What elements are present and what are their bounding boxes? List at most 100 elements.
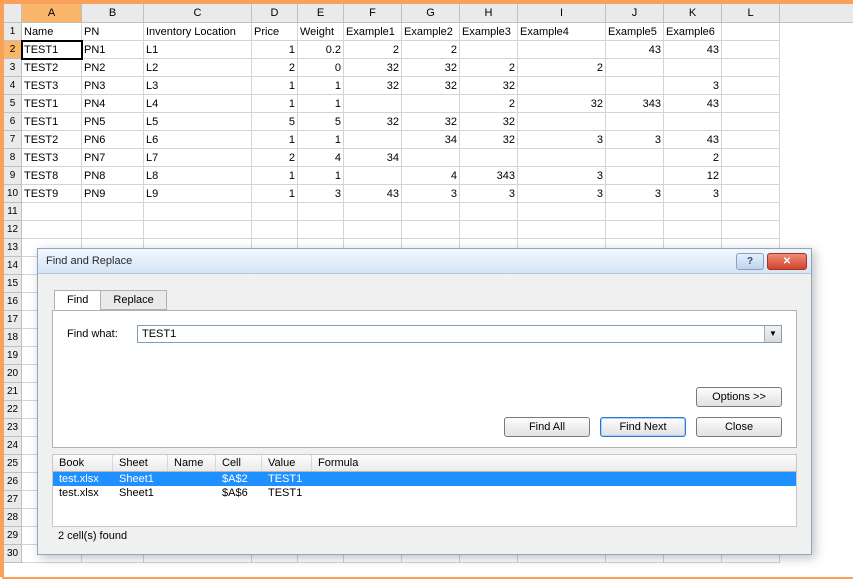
cell[interactable] bbox=[722, 221, 780, 239]
cell[interactable]: 32 bbox=[344, 113, 402, 131]
cell[interactable]: 32 bbox=[460, 113, 518, 131]
cell[interactable] bbox=[460, 221, 518, 239]
cell[interactable]: 343 bbox=[460, 167, 518, 185]
cell[interactable] bbox=[518, 203, 606, 221]
cell[interactable]: TEST2 bbox=[22, 59, 82, 77]
cell[interactable] bbox=[722, 95, 780, 113]
cell[interactable]: 2 bbox=[344, 41, 402, 59]
cell[interactable]: TEST3 bbox=[22, 149, 82, 167]
cell[interactable]: 3 bbox=[518, 185, 606, 203]
cell[interactable]: 2 bbox=[518, 59, 606, 77]
cell[interactable]: 1 bbox=[252, 95, 298, 113]
find-next-button[interactable]: Find Next bbox=[600, 417, 686, 437]
cell[interactable]: PN bbox=[82, 23, 144, 41]
cell[interactable]: 3 bbox=[664, 77, 722, 95]
column-header-K[interactable]: K bbox=[664, 4, 722, 22]
cell[interactable] bbox=[460, 203, 518, 221]
cell[interactable]: TEST1 bbox=[22, 41, 82, 59]
cell[interactable]: 2 bbox=[402, 41, 460, 59]
row-header[interactable]: 10 bbox=[4, 185, 22, 203]
cell[interactable]: 32 bbox=[518, 95, 606, 113]
row-header[interactable]: 17 bbox=[4, 311, 22, 329]
cell[interactable]: Example4 bbox=[518, 23, 606, 41]
row-header[interactable]: 21 bbox=[4, 383, 22, 401]
row-header[interactable]: 5 bbox=[4, 95, 22, 113]
cell[interactable]: 32 bbox=[460, 131, 518, 149]
row-header[interactable]: 3 bbox=[4, 59, 22, 77]
options-button[interactable]: Options >> bbox=[696, 387, 782, 407]
cell[interactable]: 43 bbox=[664, 41, 722, 59]
tab-find[interactable]: Find bbox=[54, 290, 101, 310]
column-header-C[interactable]: C bbox=[144, 4, 252, 22]
cell[interactable]: 34 bbox=[344, 149, 402, 167]
row-header[interactable]: 25 bbox=[4, 455, 22, 473]
cell[interactable]: L2 bbox=[144, 59, 252, 77]
cell[interactable] bbox=[722, 167, 780, 185]
cell[interactable]: 32 bbox=[402, 77, 460, 95]
row-header[interactable]: 15 bbox=[4, 275, 22, 293]
cell[interactable]: PN3 bbox=[82, 77, 144, 95]
cell[interactable]: Inventory Location bbox=[144, 23, 252, 41]
window-close-button[interactable]: ✕ bbox=[767, 253, 807, 270]
column-header-F[interactable]: F bbox=[344, 4, 402, 22]
cell[interactable]: TEST8 bbox=[22, 167, 82, 185]
tab-replace[interactable]: Replace bbox=[100, 290, 166, 310]
close-button[interactable]: Close bbox=[696, 417, 782, 437]
row-header[interactable]: 24 bbox=[4, 437, 22, 455]
cell[interactable] bbox=[722, 23, 780, 41]
row-header[interactable]: 1 bbox=[4, 23, 22, 41]
cell[interactable]: Price bbox=[252, 23, 298, 41]
cell[interactable]: 4 bbox=[402, 167, 460, 185]
row-header[interactable]: 19 bbox=[4, 347, 22, 365]
column-header-J[interactable]: J bbox=[606, 4, 664, 22]
cell[interactable]: 343 bbox=[606, 95, 664, 113]
cell[interactable] bbox=[722, 185, 780, 203]
cell[interactable] bbox=[402, 203, 460, 221]
cell[interactable]: Example3 bbox=[460, 23, 518, 41]
cell[interactable]: 5 bbox=[298, 113, 344, 131]
cell[interactable]: TEST3 bbox=[22, 77, 82, 95]
row-header[interactable]: 18 bbox=[4, 329, 22, 347]
cell[interactable]: Example6 bbox=[664, 23, 722, 41]
cell[interactable]: 1 bbox=[298, 95, 344, 113]
help-button[interactable]: ? bbox=[736, 253, 764, 270]
find-what-input[interactable] bbox=[138, 326, 764, 342]
cell[interactable]: 1 bbox=[252, 185, 298, 203]
results-col-sheet[interactable]: Sheet bbox=[113, 455, 168, 471]
cell[interactable] bbox=[606, 77, 664, 95]
column-header-D[interactable]: D bbox=[252, 4, 298, 22]
cell[interactable] bbox=[518, 149, 606, 167]
column-header-A[interactable]: A bbox=[22, 4, 82, 22]
cell[interactable] bbox=[298, 221, 344, 239]
column-header-B[interactable]: B bbox=[82, 4, 144, 22]
cell[interactable] bbox=[298, 203, 344, 221]
cell[interactable]: 3 bbox=[460, 185, 518, 203]
cell[interactable]: 34 bbox=[402, 131, 460, 149]
cell[interactable]: Name bbox=[22, 23, 82, 41]
row-header[interactable]: 8 bbox=[4, 149, 22, 167]
cell[interactable]: 3 bbox=[518, 131, 606, 149]
cell[interactable]: L8 bbox=[144, 167, 252, 185]
cell[interactable] bbox=[606, 221, 664, 239]
cell[interactable] bbox=[518, 113, 606, 131]
row-header[interactable]: 4 bbox=[4, 77, 22, 95]
row-header[interactable]: 23 bbox=[4, 419, 22, 437]
results-col-formula[interactable]: Formula bbox=[312, 455, 796, 471]
result-row[interactable]: test.xlsxSheet1$A$2TEST1 bbox=[53, 472, 796, 486]
column-header-L[interactable]: L bbox=[722, 4, 780, 22]
cell[interactable] bbox=[606, 167, 664, 185]
cell[interactable] bbox=[344, 167, 402, 185]
cell[interactable]: PN4 bbox=[82, 95, 144, 113]
cell[interactable] bbox=[22, 203, 82, 221]
cell[interactable]: 0.2 bbox=[298, 41, 344, 59]
column-header-I[interactable]: I bbox=[518, 4, 606, 22]
cell[interactable] bbox=[344, 221, 402, 239]
cell[interactable]: L4 bbox=[144, 95, 252, 113]
row-header[interactable]: 26 bbox=[4, 473, 22, 491]
cell[interactable]: 2 bbox=[664, 149, 722, 167]
column-header-H[interactable]: H bbox=[460, 4, 518, 22]
cell[interactable]: L5 bbox=[144, 113, 252, 131]
cell[interactable]: 1 bbox=[298, 77, 344, 95]
cell[interactable] bbox=[22, 221, 82, 239]
row-header[interactable]: 28 bbox=[4, 509, 22, 527]
